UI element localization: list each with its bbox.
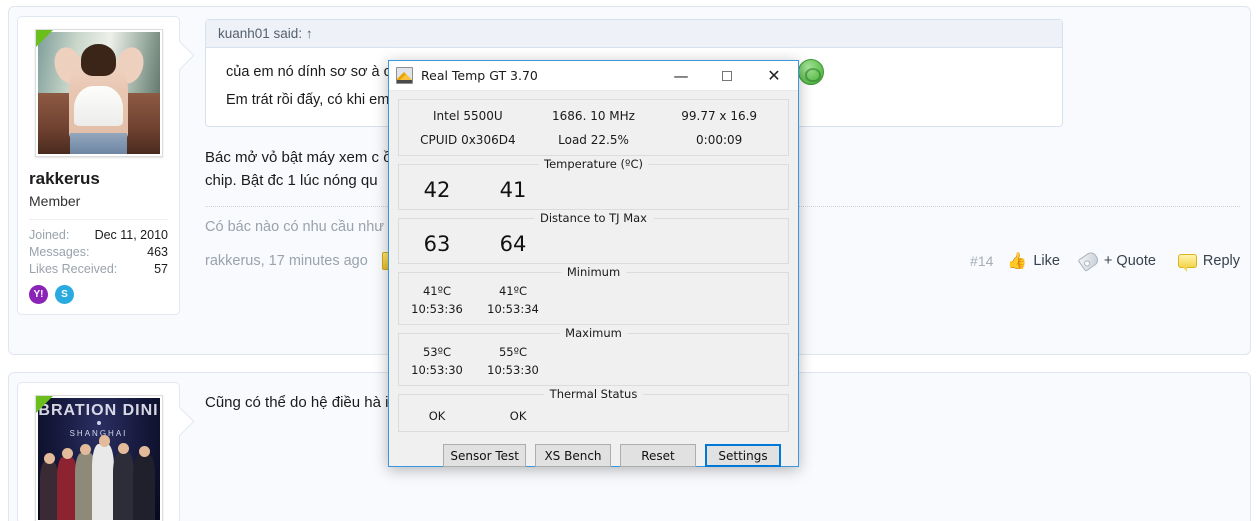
cpu-uptime: 0:00:09 <box>696 132 743 147</box>
stat-label: Likes Received: <box>29 262 118 276</box>
minimum-times-row: 10:53:36 10:53:34 <box>399 300 788 318</box>
stat-value: 463 <box>147 245 168 259</box>
thermal-status-core0: OK <box>428 409 446 423</box>
reply-label: Reply <box>1202 253 1240 269</box>
close-button[interactable]: ✕ <box>750 61 798 91</box>
minimum-group: Minimum 41ºC 41ºC 10:53:36 10:53:34 <box>398 265 789 325</box>
thumbs-up-icon: 👍 <box>1007 253 1028 270</box>
speech-bubble-icon <box>1177 254 1197 272</box>
cpu-info-row-1: Intel 5500U 1686. 10 MHz 99.77 x 16.9 <box>405 104 782 128</box>
tag-icon <box>1077 250 1101 272</box>
user-social-links: Y! S <box>29 285 168 304</box>
quote-header[interactable]: kuanh01 said: ↑ <box>206 20 1062 48</box>
sensor-test-button[interactable]: Sensor Test <box>443 444 526 467</box>
avatar[interactable] <box>34 29 163 157</box>
skype-icon[interactable]: S <box>55 285 74 304</box>
user-card-rakkerus: rakkerus Member Joined: Dec 11, 2010 Mes… <box>17 16 180 315</box>
avatar-sub-text: SHANGHAI <box>69 428 128 438</box>
quote-button[interactable]: + Quote <box>1077 250 1156 272</box>
yahoo-messenger-icon[interactable]: Y! <box>29 285 48 304</box>
temperature-legend: Temperature (ºC) <box>538 157 649 171</box>
window-title: Real Temp GT 3.70 <box>421 68 538 83</box>
temperature-core1: 41 <box>499 178 527 202</box>
stat-value: Dec 11, 2010 <box>94 228 168 242</box>
window-button-bar: Sensor Test XS Bench Reset Settings <box>398 440 789 467</box>
real-temp-window[interactable]: Real Temp GT 3.70 — ✕ Intel 5500U 1686. … <box>388 60 799 467</box>
minimum-values-row: 41ºC 41ºC <box>399 282 788 300</box>
online-status-flag-icon <box>35 396 53 413</box>
distance-legend: Distance to TJ Max <box>534 211 653 225</box>
cpu-cpuid: CPUID 0x306D4 <box>420 132 516 147</box>
thermal-status-core1: OK <box>509 409 527 423</box>
window-title-bar[interactable]: Real Temp GT 3.70 — ✕ <box>389 61 798 91</box>
user-title: Member <box>29 193 81 209</box>
cpu-info-row-2: CPUID 0x306D4 Load 22.5% 0:00:09 <box>405 128 782 152</box>
stat-label: Joined: <box>29 228 70 242</box>
post-number: #14 <box>970 253 994 269</box>
stat-row-messages: Messages: 463 <box>29 244 168 261</box>
cpu-model: Intel 5500U <box>432 108 503 123</box>
cpu-load: Load 22.5% <box>558 132 629 147</box>
minimum-core0-time: 10:53:36 <box>411 302 463 316</box>
stat-value: 57 <box>154 262 168 276</box>
green-smiley-icon <box>798 59 824 85</box>
stat-row-likes-received: Likes Received: 57 <box>29 261 168 278</box>
post-author-timestamp: rakkerus, 17 minutes ago <box>205 253 368 269</box>
minimum-legend: Minimum <box>560 265 627 279</box>
thermal-status-group: Thermal Status OK OK <box>398 387 789 432</box>
maximum-legend: Maximum <box>559 326 628 340</box>
avatar-image: BRATION DINI SHANGHAI <box>37 398 160 520</box>
maximum-core0-value: 53ºC <box>422 345 452 359</box>
maximum-core0-time: 10:53:30 <box>411 363 463 377</box>
maximum-times-row: 10:53:30 10:53:30 <box>399 361 788 379</box>
user-name[interactable]: rakkerus <box>29 169 168 189</box>
window-content: Intel 5500U 1686. 10 MHz 99.77 x 16.9 CP… <box>389 91 798 467</box>
avatar-banner-text: BRATION DINI <box>38 401 159 419</box>
avatar[interactable]: BRATION DINI SHANGHAI <box>34 395 163 521</box>
settings-button[interactable]: Settings <box>705 444 781 467</box>
minimum-core1-value: 41ºC <box>498 284 528 298</box>
like-label: Like <box>1033 253 1060 269</box>
temperature-core0: 42 <box>423 178 451 202</box>
maximum-core1-value: 55ºC <box>498 345 528 359</box>
distance-core1: 64 <box>499 232 527 256</box>
cpu-multiplier: 99.77 x 16.9 <box>681 108 758 123</box>
maximize-button[interactable] <box>704 61 750 91</box>
real-temp-app-icon <box>396 67 413 84</box>
maximum-core1-time: 10:53:30 <box>487 363 539 377</box>
page-root: rakkerus Member Joined: Dec 11, 2010 Mes… <box>0 0 1257 521</box>
quote-label: + Quote <box>1103 253 1156 269</box>
avatar-image <box>37 32 160 154</box>
maximum-values-row: 53ºC 55ºC <box>399 343 788 361</box>
reply-button[interactable]: Reply <box>1177 253 1240 272</box>
stat-label: Messages: <box>29 245 90 259</box>
reset-button[interactable]: Reset <box>620 444 696 467</box>
like-button[interactable]: 👍 Like <box>1007 251 1060 271</box>
user-card-second: BRATION DINI SHANGHAI <box>17 382 180 521</box>
stat-row-joined: Joined: Dec 11, 2010 <box>29 227 168 244</box>
minimize-button[interactable]: — <box>658 61 704 91</box>
temperature-group: Temperature (ºC) 42 41 <box>398 157 789 210</box>
distance-core0: 63 <box>423 232 451 256</box>
user-stats: Joined: Dec 11, 2010 Messages: 463 Likes… <box>29 219 168 278</box>
minimum-core1-time: 10:53:34 <box>487 302 539 316</box>
xs-bench-button[interactable]: XS Bench <box>535 444 611 467</box>
maximum-group: Maximum 53ºC 55ºC 10:53:30 10:53:30 <box>398 326 789 386</box>
online-status-flag-icon <box>35 30 53 47</box>
cpu-frequency: 1686. 10 MHz <box>552 108 635 123</box>
cpu-info-group: Intel 5500U 1686. 10 MHz 99.77 x 16.9 CP… <box>398 99 789 156</box>
distance-to-tjmax-group: Distance to TJ Max 63 64 <box>398 211 789 264</box>
thermal-status-legend: Thermal Status <box>543 387 644 401</box>
minimum-core0-value: 41ºC <box>422 284 452 298</box>
